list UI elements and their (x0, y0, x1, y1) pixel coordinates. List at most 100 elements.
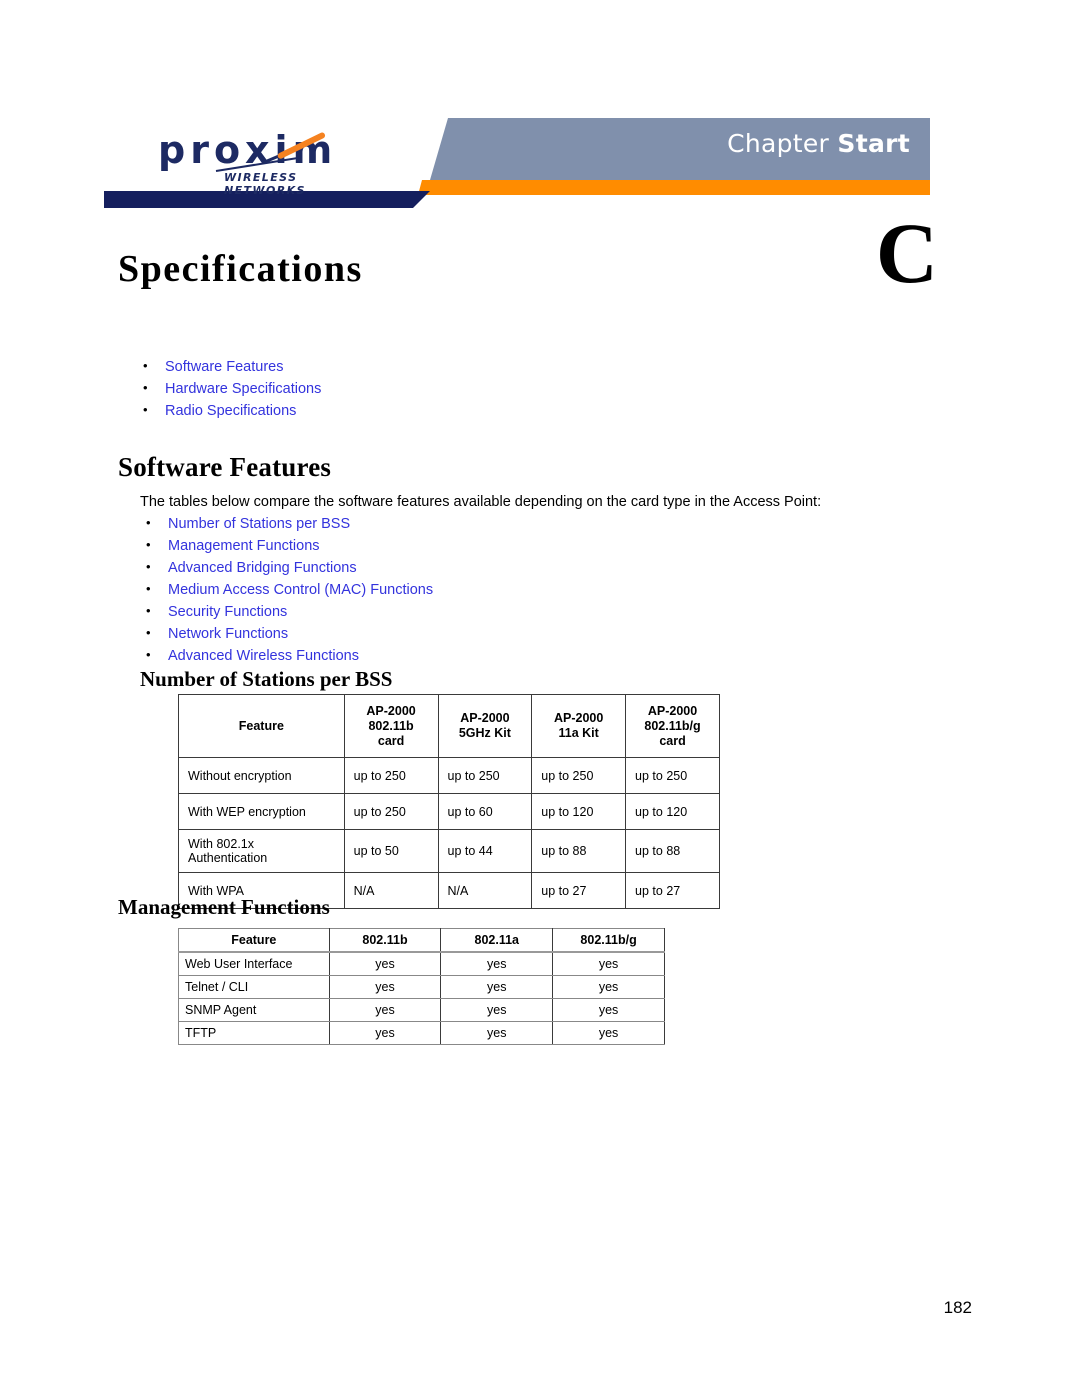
table-header-row: Feature AP-2000 802.11b card AP-2000 5GH… (178, 694, 720, 758)
table-cell-value: N/A (343, 872, 439, 909)
table-header-cell: 802.11b/g (552, 928, 665, 953)
header-line1: AP-2000 (460, 711, 510, 725)
table-cell-value: up to 50 (343, 829, 439, 873)
link-label[interactable]: Security Functions (168, 604, 287, 620)
list-item[interactable]: Advanced Wireless Functions (140, 644, 433, 667)
table-row: With WEP encryption up to 250 up to 60 u… (178, 793, 720, 830)
table-cell-value: up to 120 (531, 793, 627, 830)
list-item[interactable]: Advanced Bridging Functions (140, 556, 433, 579)
link-label[interactable]: Medium Access Control (MAC) Functions (168, 582, 433, 598)
table-cell-value: yes (328, 1021, 442, 1045)
chapter-banner-prefix: Chapter (727, 129, 838, 158)
chapter-letter: C (875, 205, 938, 301)
list-item[interactable]: Software Features (137, 355, 321, 378)
table-cell-value: up to 88 (531, 829, 627, 873)
table-cell-value: yes (328, 975, 442, 999)
table-row: Without encryption up to 250 up to 250 u… (178, 757, 720, 794)
table-header-cell: AP-2000 5GHz Kit (437, 694, 533, 758)
table-cell-value: N/A (437, 872, 533, 909)
link-label[interactable]: Network Functions (168, 626, 288, 642)
table-cell-feature: With 802.1x Authentication (178, 829, 345, 873)
table-cell-value: yes (328, 998, 442, 1022)
table-cell-feature: Without encryption (178, 757, 345, 794)
table-row: With 802.1x Authentication up to 50 up t… (178, 829, 720, 873)
proxim-logo: proxim WIRELESS NETWORKS (158, 130, 370, 197)
table-cell-value: up to 250 (437, 757, 533, 794)
table-cell-value: yes (552, 1021, 665, 1045)
stations-table: Feature AP-2000 802.11b card AP-2000 5GH… (178, 694, 720, 909)
table-cell-value: up to 120 (625, 793, 720, 830)
header-line2: 802.11b (368, 718, 414, 733)
top-link-list: Software Features Hardware Specification… (137, 355, 321, 422)
table-cell-value: yes (440, 998, 554, 1022)
table-cell-value: yes (440, 975, 554, 999)
list-item[interactable]: Medium Access Control (MAC) Functions (140, 578, 433, 601)
table-header-cell: 802.11b (328, 928, 442, 953)
table-cell-value: yes (440, 1021, 554, 1045)
management-table: Feature 802.11b 802.11a 802.11b/g Web Us… (178, 928, 665, 1045)
header-line1: AP-2000 (647, 703, 698, 718)
chapter-banner-emphasis: Start (837, 129, 910, 158)
section-heading-management: Management Functions (118, 895, 330, 919)
table-cell-value: up to 60 (437, 793, 533, 830)
table-cell-value: up to 27 (531, 872, 627, 909)
logo-tagline: WIRELESS NETWORKS (224, 171, 306, 197)
table-cell-value: up to 250 (531, 757, 627, 794)
list-item[interactable]: Hardware Specifications (137, 377, 321, 400)
section-heading-software-features: Software Features (118, 452, 332, 482)
table-cell-value: up to 250 (625, 757, 720, 794)
table-header-row: Feature 802.11b 802.11a 802.11b/g (178, 928, 665, 953)
logo-swoosh-icon (265, 131, 328, 172)
table-header-cell: 802.11a (440, 928, 554, 953)
table-cell-value: up to 250 (343, 757, 439, 794)
table-cell-value: up to 250 (343, 793, 439, 830)
header-line1: Feature (238, 718, 284, 733)
table-cell-value: up to 88 (625, 829, 720, 873)
link-label[interactable]: Advanced Bridging Functions (168, 560, 357, 576)
table-cell-feature: SNMP Agent (178, 998, 330, 1022)
table-cell-value: yes (328, 951, 442, 976)
link-label[interactable]: Advanced Wireless Functions (168, 648, 359, 664)
table-header-cell: AP-2000 802.11b/g card (625, 694, 720, 758)
table-cell-feature: TFTP (178, 1021, 330, 1045)
page-number: 182 (943, 1298, 972, 1317)
table-row: SNMP Agent yes yes yes (178, 998, 665, 1022)
section-heading-stations: Number of Stations per BSS (140, 667, 393, 691)
list-item[interactable]: Management Functions (140, 534, 433, 557)
table-cell-value: yes (552, 998, 665, 1022)
software-features-link-list: Number of Stations per BSS Management Fu… (140, 512, 433, 667)
table-header-cell: AP-2000 802.11b card (343, 694, 439, 758)
table-cell-value: yes (440, 951, 554, 976)
header-line2: 802.11b/g (644, 718, 701, 733)
intro-paragraph: The tables below compare the software fe… (140, 494, 822, 510)
table-cell-feature: Telnet / CLI (178, 975, 330, 999)
table-cell-value: up to 27 (625, 872, 720, 909)
link-label[interactable]: Number of Stations per BSS (168, 516, 350, 532)
link-label[interactable]: Hardware Specifications (165, 381, 321, 397)
table-cell-feature: Web User Interface (178, 951, 330, 976)
table-row: Telnet / CLI yes yes yes (178, 975, 665, 999)
chapter-banner-text: Chapter Start (430, 131, 910, 156)
header-line3: card (377, 733, 405, 748)
header-line2: 5GHz Kit (458, 726, 511, 740)
table-cell-value: yes (552, 975, 665, 999)
table-row: Web User Interface yes yes yes (178, 951, 665, 976)
table-header-cell: AP-2000 11a Kit (531, 694, 627, 758)
link-label[interactable]: Radio Specifications (165, 403, 296, 419)
header-line1: AP-2000 (553, 711, 604, 725)
list-item[interactable]: Network Functions (140, 622, 433, 645)
header-line2: 11a Kit (558, 726, 599, 740)
list-item[interactable]: Security Functions (140, 600, 433, 623)
header-line3: card (659, 733, 686, 748)
link-label[interactable]: Software Features (165, 359, 283, 375)
table-cell-feature: With WEP encryption (178, 793, 345, 830)
table-cell-value: up to 44 (437, 829, 533, 873)
list-item[interactable]: Radio Specifications (137, 399, 321, 422)
table-header-cell: Feature (178, 928, 330, 953)
header-orange-stripe (418, 180, 930, 195)
table-row: TFTP yes yes yes (178, 1021, 665, 1045)
link-label[interactable]: Management Functions (168, 538, 320, 554)
list-item[interactable]: Number of Stations per BSS (140, 512, 433, 535)
header-line1: AP-2000 (366, 703, 416, 718)
table-header-cell: Feature (178, 694, 345, 758)
